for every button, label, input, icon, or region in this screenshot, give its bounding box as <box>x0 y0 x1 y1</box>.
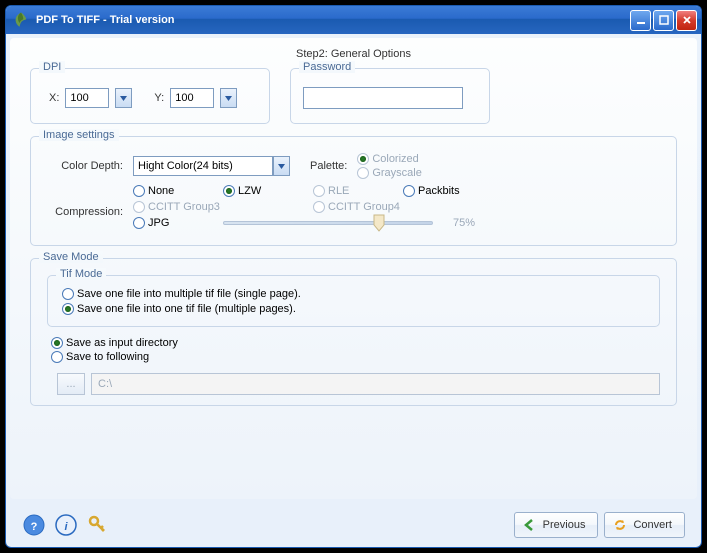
password-legend: Password <box>299 61 355 73</box>
color-depth-label: Color Depth: <box>43 160 133 172</box>
slider-thumb-icon <box>372 214 386 232</box>
dpi-x-input[interactable] <box>65 88 109 108</box>
dpi-legend: DPI <box>39 61 65 73</box>
save-to-following-radio[interactable]: Save to following <box>51 351 660 363</box>
jpg-quality-slider <box>223 221 433 225</box>
compression-label: Compression: <box>43 206 133 218</box>
save-as-input-radio[interactable]: Save as input directory <box>51 337 660 349</box>
tif-single-page-radio[interactable]: Save one file into multiple tif file (si… <box>62 288 645 300</box>
dpi-y-input[interactable] <box>170 88 214 108</box>
window-title: PDF To TIFF - Trial version <box>36 14 630 26</box>
palette-label: Palette: <box>310 160 347 172</box>
convert-label: Convert <box>633 519 672 531</box>
password-group: Password <box>290 68 490 124</box>
save-mode-legend: Save Mode <box>39 251 103 263</box>
compression-rle-radio: RLE <box>313 185 403 197</box>
color-depth-dropdown[interactable] <box>273 156 290 176</box>
compression-lzw-radio[interactable]: LZW <box>223 185 313 197</box>
previous-button[interactable]: Previous <box>514 512 599 538</box>
convert-button[interactable]: Convert <box>604 512 685 538</box>
color-depth-select[interactable] <box>133 156 273 176</box>
tif-multi-page-radio[interactable]: Save one file into one tif file (multipl… <box>62 303 645 315</box>
svg-text:?: ? <box>31 521 38 533</box>
app-window: PDF To TIFF - Trial version Step2: Gener… <box>5 5 702 548</box>
save-mode-group: Save Mode Tif Mode Save one file into mu… <box>30 258 677 406</box>
jpg-quality-value: 75% <box>453 217 475 229</box>
palette-colorized-radio: Colorized <box>357 153 422 165</box>
dpi-x-dropdown[interactable] <box>115 88 132 108</box>
arrow-left-icon <box>523 518 537 532</box>
compression-jpg-radio[interactable]: JPG <box>133 217 223 229</box>
app-logo-icon <box>12 11 30 29</box>
image-settings-group: Image settings Color Depth: Palette: Col… <box>30 136 677 246</box>
key-icon[interactable] <box>86 513 110 537</box>
browse-button: ... <box>57 373 85 395</box>
compression-none-radio[interactable]: None <box>133 185 223 197</box>
help-icon[interactable]: ? <box>22 513 46 537</box>
maximize-button[interactable] <box>653 10 674 31</box>
palette-grayscale-radio: Grayscale <box>357 167 422 179</box>
window-buttons <box>630 10 697 31</box>
dpi-group: DPI X: Y: <box>30 68 270 124</box>
content-area: Step2: General Options DPI X: Y: Passwor… <box>10 38 697 499</box>
minimize-button[interactable] <box>630 10 651 31</box>
previous-label: Previous <box>543 519 586 531</box>
refresh-icon <box>613 518 627 532</box>
password-input[interactable] <box>303 87 463 109</box>
dpi-x-label: X: <box>49 92 59 104</box>
compression-ccitt4-radio: CCITT Group4 <box>313 201 493 213</box>
close-button[interactable] <box>676 10 697 31</box>
info-icon[interactable]: i <box>54 513 78 537</box>
tif-mode-legend: Tif Mode <box>56 268 106 280</box>
titlebar: PDF To TIFF - Trial version <box>6 6 701 34</box>
footer: ? i Previous Convert <box>6 503 701 547</box>
image-settings-legend: Image settings <box>39 129 119 141</box>
tif-mode-group: Tif Mode Save one file into multiple tif… <box>47 275 660 327</box>
dpi-y-label: Y: <box>154 92 164 104</box>
dpi-y-dropdown[interactable] <box>220 88 237 108</box>
compression-ccitt3-radio: CCITT Group3 <box>133 201 313 213</box>
compression-packbits-radio[interactable]: Packbits <box>403 185 493 197</box>
save-path-input <box>91 373 660 395</box>
